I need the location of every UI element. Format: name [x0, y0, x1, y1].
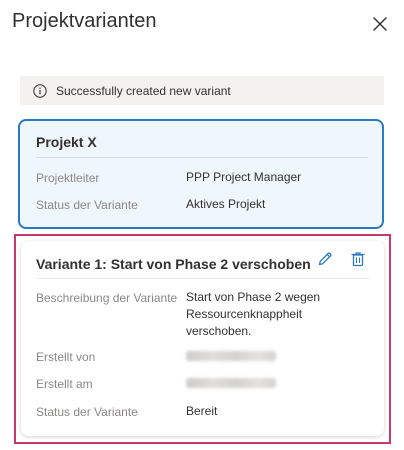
created-at-value-redacted [186, 378, 276, 388]
variant-status-label: Status der Variante [36, 405, 138, 419]
description-line: Ressourcenknappheit [186, 307, 303, 321]
variant-status-label: Status der Variante [36, 198, 138, 212]
project-card-title: Projekt X [36, 134, 97, 150]
project-manager-value: PPP Project Manager [186, 170, 302, 184]
description-line: verschoben. [186, 324, 252, 338]
delete-variant-button[interactable] [349, 250, 367, 268]
panel-header: Projektvarianten [0, 0, 404, 50]
card-divider [36, 157, 368, 158]
close-button[interactable] [368, 12, 392, 36]
project-card[interactable]: Projekt X Projektleiter PPP Project Mana… [18, 119, 384, 229]
variant-status-value: Aktives Projekt [186, 197, 266, 211]
description-value: Start von Phase 2 wegen Ressourcenknapph… [186, 289, 320, 340]
created-at-label: Erstellt am [36, 377, 93, 391]
project-manager-label: Projektleiter [36, 171, 100, 185]
info-icon [33, 83, 47, 98]
variant-status-value: Bereit [186, 404, 218, 418]
trash-icon [351, 252, 365, 267]
created-by-value-redacted [186, 351, 276, 361]
card-divider [36, 278, 369, 279]
edit-variant-button[interactable] [316, 250, 334, 268]
notification-text: Successfully created new variant [56, 83, 231, 98]
success-notification: Successfully created new variant [20, 76, 384, 105]
variant-card[interactable]: Variante 1: Start von Phase 2 verschoben… [21, 241, 384, 436]
edit-pencil-icon [318, 252, 332, 266]
close-icon [373, 17, 387, 31]
description-line: Start von Phase 2 wegen [186, 290, 321, 304]
created-by-label: Erstellt von [36, 350, 96, 364]
variant-card-title: Variante 1: Start von Phase 2 verschoben [36, 256, 311, 272]
description-label: Beschreibung der Variante [36, 291, 178, 305]
panel-title: Projektvarianten [12, 10, 157, 32]
